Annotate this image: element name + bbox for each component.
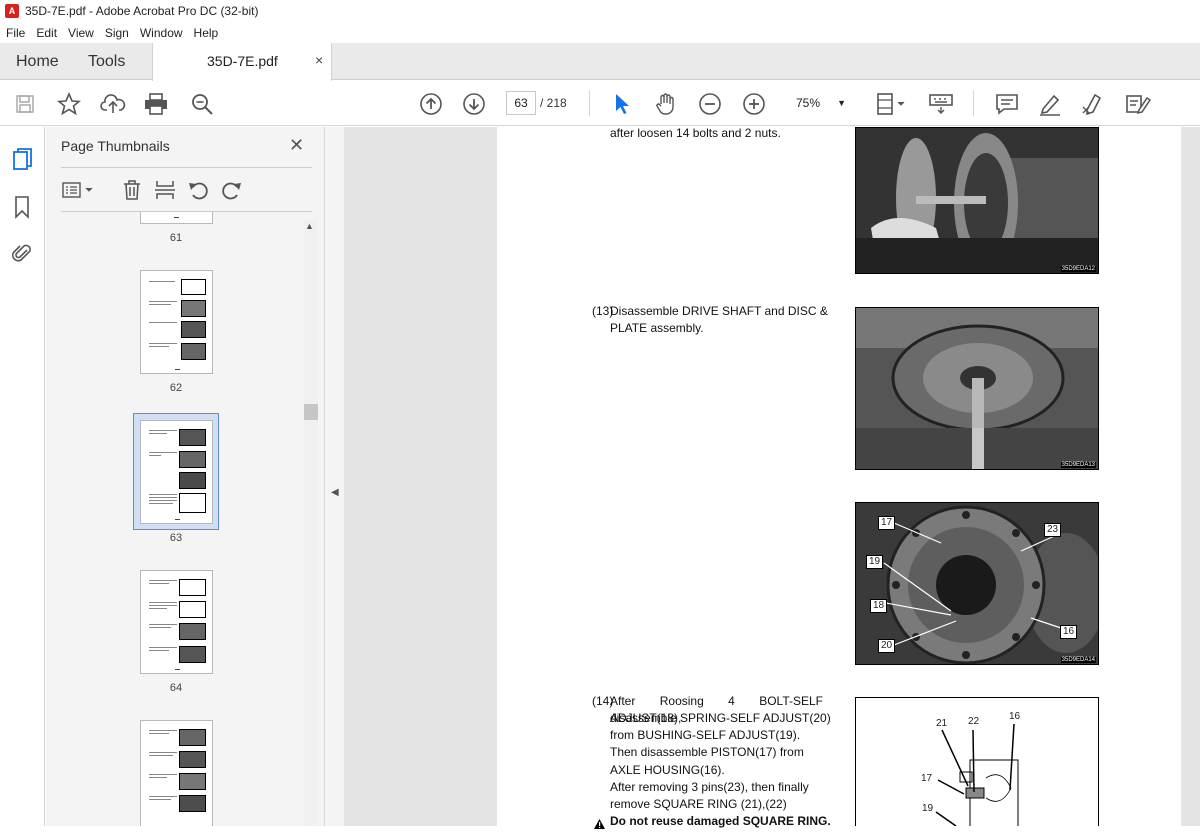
delete-page-icon[interactable] bbox=[121, 179, 143, 206]
step-text: remove SQUARE RING (21),(22) bbox=[610, 797, 787, 811]
thumbnail-number: 61 bbox=[169, 232, 183, 244]
panel-collapse-handle[interactable]: ◀ bbox=[324, 127, 344, 826]
panel-title: Page Thumbnails bbox=[61, 138, 170, 154]
menu-help[interactable]: Help bbox=[188, 26, 224, 40]
thumbnail-number: 63 bbox=[169, 532, 183, 544]
page-fit-icon[interactable] bbox=[872, 81, 910, 126]
thumbnail-number: 64 bbox=[169, 682, 183, 694]
panel-close-icon[interactable]: ✕ bbox=[289, 135, 304, 156]
step-text: disassemble SPRING-SELF ADJUST(20) bbox=[610, 711, 831, 725]
step-text: AXLE HOUSING(16). bbox=[610, 763, 725, 777]
diagram-label: 16 bbox=[1009, 711, 1021, 722]
pdf-page: after loosen 14 bolts and 2 nuts. 35D9ED… bbox=[497, 126, 1181, 829]
bookmark-star-icon[interactable] bbox=[55, 81, 83, 126]
thumbnail-number: 62 bbox=[169, 382, 183, 394]
page-total: / 218 bbox=[540, 96, 567, 110]
part-label: 23 bbox=[1044, 523, 1062, 537]
rotate-left-icon[interactable] bbox=[187, 179, 209, 206]
thumbnail-page-63[interactable] bbox=[140, 420, 213, 524]
document-scrollbar[interactable] bbox=[1181, 127, 1200, 826]
chevron-left-icon[interactable]: ◀ bbox=[331, 487, 339, 498]
zoom-search-icon[interactable] bbox=[188, 81, 216, 126]
part-label: 19 bbox=[866, 555, 884, 569]
diagram-label: 19 bbox=[922, 803, 934, 814]
diagram-label: 17 bbox=[921, 773, 933, 784]
hand-tool-icon[interactable] bbox=[651, 81, 681, 126]
zoom-select[interactable]: 75% ▼ bbox=[788, 91, 850, 115]
thumbnail-page-65[interactable] bbox=[140, 720, 213, 826]
thumbnail-page-62[interactable] bbox=[140, 270, 213, 374]
page-thumbnails-icon[interactable] bbox=[12, 147, 34, 176]
warning-triangle-icon bbox=[594, 816, 605, 834]
scroll-up-icon[interactable]: ▲ bbox=[305, 221, 314, 231]
menu-edit[interactable]: Edit bbox=[30, 26, 62, 40]
photo-disassembly-1: 35D9EDA12 bbox=[855, 127, 1099, 274]
photo-caption: 35D9EDA13 bbox=[1060, 462, 1096, 468]
photo-caption: 35D9EDA14 bbox=[1060, 657, 1096, 663]
photo-piston-housing: 17 23 19 18 16 20 35D9EDA14 bbox=[855, 502, 1099, 665]
bookmarks-icon[interactable] bbox=[14, 195, 30, 224]
attachments-icon[interactable] bbox=[12, 241, 32, 270]
select-cursor-icon[interactable] bbox=[608, 81, 636, 126]
part-label: 18 bbox=[870, 599, 888, 613]
title-bar: A 35D-7E.pdf - Adobe Acrobat Pro DC (32-… bbox=[0, 0, 1200, 22]
menu-bar: File Edit View Sign Window Help bbox=[0, 22, 1200, 43]
menu-view[interactable]: View bbox=[62, 26, 99, 40]
step-text: PLATE assembly. bbox=[610, 321, 704, 335]
window-title: 35D-7E.pdf - Adobe Acrobat Pro DC (32-bi… bbox=[25, 4, 259, 18]
thumbnail-scrollbar[interactable] bbox=[304, 219, 318, 826]
warning-text: Do not reuse damaged SQUARE RING. bbox=[610, 814, 831, 828]
toolbar bbox=[0, 81, 1200, 126]
thumbnail-options-icon[interactable] bbox=[61, 179, 97, 201]
zoom-in-icon[interactable] bbox=[740, 81, 768, 126]
highlight-pen-icon[interactable] bbox=[1036, 81, 1064, 126]
step-text: After removing 3 pins(23), then finally bbox=[610, 780, 809, 794]
step-text: Disassemble DRIVE SHAFT and DISC & bbox=[610, 304, 828, 318]
extract-page-icon[interactable] bbox=[154, 179, 176, 206]
page-number-input[interactable]: 63 bbox=[506, 91, 536, 115]
tab-home[interactable]: Home bbox=[16, 43, 59, 80]
chevron-down-icon: ▼ bbox=[837, 98, 846, 108]
menu-sign[interactable]: Sign bbox=[99, 26, 134, 40]
menu-file[interactable]: File bbox=[0, 26, 30, 40]
menu-window[interactable]: Window bbox=[134, 26, 188, 40]
part-label: 16 bbox=[1060, 625, 1078, 639]
toolbar-separator bbox=[973, 90, 974, 116]
acrobat-icon: A bbox=[5, 4, 19, 18]
tab-close-icon[interactable]: × bbox=[315, 52, 323, 68]
zoom-value: 75% bbox=[796, 96, 821, 110]
photo-caption: 35D9EDA12 bbox=[1060, 266, 1096, 272]
thumbnail-page-64[interactable] bbox=[140, 570, 213, 674]
step-text: Then disassemble PISTON(17) from bbox=[610, 745, 804, 759]
page-text: after loosen 14 bolts and 2 nuts. bbox=[610, 126, 781, 140]
part-label: 20 bbox=[878, 639, 896, 653]
photo-drive-shaft: 35D9EDA13 bbox=[855, 307, 1099, 470]
print-icon[interactable] bbox=[142, 81, 170, 126]
diagram-label: 21 bbox=[936, 718, 948, 729]
tab-document-label: 35D-7E.pdf bbox=[207, 53, 278, 69]
tab-bar: Home Tools 35D-7E.pdf × bbox=[0, 43, 1200, 81]
zoom-out-icon[interactable] bbox=[696, 81, 724, 126]
thumbnail-page-61[interactable] bbox=[140, 212, 213, 224]
tab-tools[interactable]: Tools bbox=[88, 43, 125, 80]
tab-document[interactable]: 35D-7E.pdf × bbox=[152, 43, 332, 81]
thumbnail-scrollbar-thumb[interactable] bbox=[304, 404, 318, 420]
step-text: from BUSHING-SELF ADJUST(19). bbox=[610, 728, 801, 742]
keyboard-icon[interactable] bbox=[927, 81, 955, 126]
comment-icon[interactable] bbox=[993, 81, 1021, 126]
diagram-square-ring: 21 22 16 17 19 bbox=[855, 697, 1099, 826]
rotate-right-icon[interactable] bbox=[221, 179, 243, 206]
previous-page-icon[interactable] bbox=[417, 81, 445, 126]
sign-pen-icon[interactable] bbox=[1079, 81, 1107, 126]
left-rail bbox=[0, 127, 45, 826]
upload-icon[interactable] bbox=[99, 81, 127, 126]
next-page-icon[interactable] bbox=[460, 81, 488, 126]
part-label: 17 bbox=[878, 516, 896, 530]
toolbar-separator bbox=[589, 90, 590, 116]
edit-fill-icon[interactable] bbox=[1123, 81, 1153, 126]
diagram-label: 22 bbox=[968, 716, 980, 727]
divider bbox=[61, 167, 312, 168]
save-icon[interactable] bbox=[12, 81, 38, 126]
